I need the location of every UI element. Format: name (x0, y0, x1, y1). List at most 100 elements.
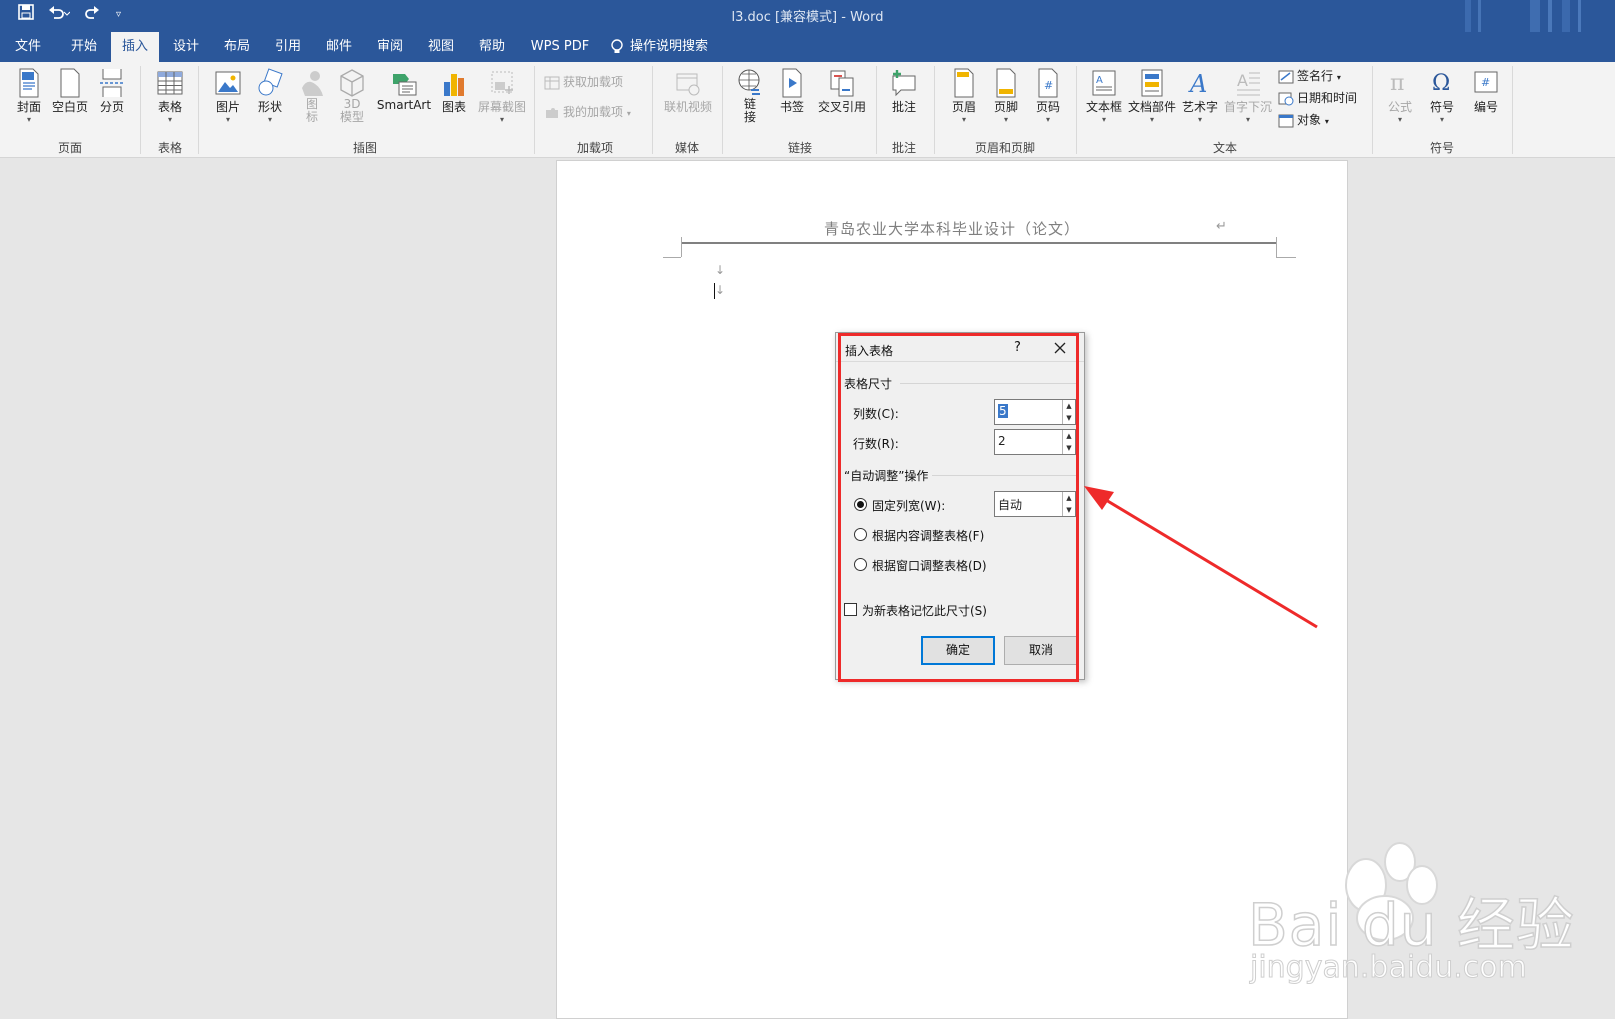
tab-references[interactable]: 引用 (266, 32, 310, 62)
blank-page-label: 空白页 (51, 100, 88, 114)
group-divider (534, 66, 535, 154)
signature-icon (1278, 70, 1294, 83)
tab-layout[interactable]: 布局 (215, 32, 259, 62)
tell-me-search[interactable]: 操作说明搜索 (610, 32, 720, 62)
bookmark-button[interactable]: 书签 (772, 68, 812, 115)
text-box-button[interactable]: A 文本框 ▾ (1084, 68, 1124, 124)
footer-icon (996, 68, 1016, 98)
svg-text:A: A (1188, 70, 1207, 98)
blank-page-button[interactable]: 空白页 (50, 68, 90, 115)
blank-page-icon (60, 68, 80, 98)
header-button[interactable]: 页眉 ▾ (944, 68, 984, 124)
group-divider (934, 66, 935, 154)
object-button[interactable]: 对象 ▾ (1278, 110, 1329, 130)
tab-file[interactable]: 文件 (6, 32, 50, 62)
group-divider (652, 66, 653, 154)
svg-text:#: # (1044, 79, 1053, 92)
comment-label: 批注 (891, 100, 916, 114)
tab-design[interactable]: 设计 (164, 32, 208, 62)
cover-page-label: 封面 (16, 100, 41, 114)
my-addins-label: 我的加载项 (563, 105, 624, 119)
date-time-button[interactable]: 日期和时间 (1278, 88, 1357, 108)
text-box-icon: A (1092, 70, 1116, 96)
group-comments-label: 批注 (891, 141, 916, 155)
tab-wps-pdf[interactable]: WPS PDF (524, 32, 596, 62)
tab-help[interactable]: 帮助 (470, 32, 514, 62)
cover-page-button[interactable]: 封面 ▾ (10, 68, 48, 124)
object-icon (1278, 114, 1294, 127)
tab-view[interactable]: 视图 (419, 32, 463, 62)
group-header-footer-label: 页眉和页脚 (974, 141, 1035, 155)
date-time-label: 日期和时间 (1297, 91, 1358, 105)
crop-mark (663, 257, 681, 258)
page-break-label: 分页 (99, 100, 124, 114)
globe-link-icon (738, 69, 760, 95)
chart-button[interactable]: 图表 (434, 68, 474, 115)
tab-insert[interactable]: 插入 (111, 32, 159, 62)
tab-mailings[interactable]: 邮件 (317, 32, 361, 62)
crop-mark (1276, 257, 1296, 258)
group-divider (1512, 66, 1513, 154)
signature-label: 签名行 (1297, 69, 1334, 83)
symbol-button[interactable]: Ω 符号 ▾ (1422, 68, 1462, 124)
link-button[interactable]: 链接 (732, 68, 768, 124)
icons-button[interactable]: 图标 (294, 68, 330, 124)
paragraph-mark: ↓ (715, 283, 726, 297)
smartart-label: SmartArt (376, 98, 432, 112)
cross-reference-button[interactable]: 交叉引用 (814, 68, 870, 115)
tab-home[interactable]: 开始 (62, 32, 106, 62)
bookmark-label: 书签 (779, 100, 804, 114)
window-title: l3.doc [兼容模式] - Word (731, 10, 884, 25)
signature-line-button[interactable]: 签名行 ▾ (1278, 66, 1341, 86)
equation-button[interactable]: π 公式 ▾ (1382, 68, 1418, 124)
group-divider (722, 66, 723, 154)
online-video-icon (676, 73, 700, 96)
paragraph-mark: ↓ (715, 263, 726, 277)
group-text-label: 文本 (1212, 141, 1237, 155)
smartart-button[interactable]: SmartArt (374, 68, 434, 112)
screenshot-button[interactable]: 屏幕截图 ▾ (474, 68, 530, 124)
shapes-button[interactable]: 形状 ▾ (250, 68, 290, 124)
lightbulb-icon (611, 38, 623, 53)
tell-me-label: 操作说明搜索 (630, 39, 709, 54)
object-label: 对象 (1297, 113, 1322, 127)
addins-icon (546, 107, 558, 118)
picture-button[interactable]: 图片 ▾ (208, 68, 248, 124)
wordart-label: 艺术字 (1181, 100, 1218, 114)
online-video-button[interactable]: 联机视频 (658, 68, 718, 115)
get-addins-label: 获取加载项 (563, 75, 624, 89)
group-divider (876, 66, 877, 154)
3d-models-button[interactable]: 3D 模型 (334, 68, 370, 124)
cross-reference-icon (830, 70, 854, 97)
icons-label-2: 标 (305, 110, 318, 124)
drop-cap-button[interactable]: A 首字下沉 ▾ (1222, 68, 1274, 124)
quick-parts-button[interactable]: 文档部件 ▾ (1126, 68, 1178, 124)
text-cursor (714, 283, 715, 299)
comment-icon (892, 70, 916, 97)
3d-cube-icon (340, 69, 364, 97)
group-divider (140, 66, 141, 154)
page-number-button[interactable]: # 页码 ▾ (1028, 68, 1068, 124)
screenshot-icon (491, 71, 513, 94)
tab-review[interactable]: 审阅 (368, 32, 412, 62)
wordart-button[interactable]: A 艺术字 ▾ (1180, 68, 1220, 124)
group-links-label: 链接 (787, 141, 812, 155)
my-addins-button[interactable]: 我的加载项 ▾ (544, 102, 631, 122)
calendar-clock-icon (1278, 92, 1294, 105)
shapes-icon (258, 68, 283, 96)
quick-parts-icon (1141, 69, 1163, 97)
svg-text:#: # (1481, 76, 1490, 89)
icons-icon (302, 71, 323, 96)
svg-text:π: π (1390, 71, 1404, 96)
header-label: 页眉 (951, 100, 976, 114)
table-button[interactable]: 表格 ▾ (150, 68, 190, 124)
number-button[interactable]: # 编号 (1466, 68, 1506, 115)
footer-button[interactable]: 页脚 ▾ (986, 68, 1026, 124)
get-addins-button[interactable]: 获取加载项 (544, 72, 623, 92)
new-comment-button[interactable]: 批注 (884, 68, 924, 115)
3d-models-label-2: 模型 (339, 110, 364, 124)
omega-icon: Ω (1432, 71, 1450, 96)
page-break-button[interactable]: 分页 (92, 68, 132, 115)
text-box-label: 文本框 (1085, 100, 1122, 114)
ribbon: 封面 ▾ 空白页 分页 页面 表格 ▾ 表格 图片 ▾ 形状 ▾ 图标 3D 模型 Sma… (0, 62, 1615, 158)
